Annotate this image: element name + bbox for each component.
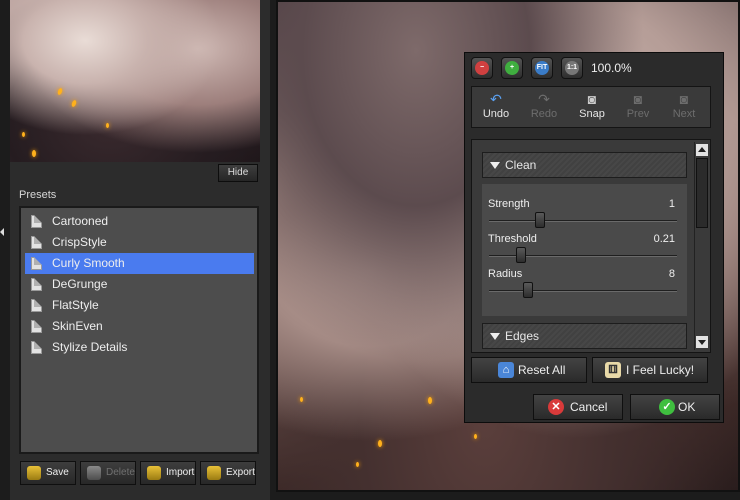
- feel-lucky-button[interactable]: ⚅ I Feel Lucky!: [592, 357, 708, 383]
- reset-all-button[interactable]: ⌂ Reset All: [471, 357, 587, 383]
- dice-icon: ⚅: [605, 362, 621, 378]
- zoom-fit-button[interactable]: FIT: [531, 57, 553, 79]
- zoom-in-icon: +: [505, 61, 519, 75]
- preset-item[interactable]: FlatStyle: [21, 295, 257, 316]
- document-icon: [31, 257, 42, 270]
- redo-button[interactable]: ↷ Redo: [522, 90, 566, 126]
- zoom-out-button[interactable]: −: [471, 57, 493, 79]
- zoom-in-button[interactable]: +: [501, 57, 523, 79]
- preset-item-selected[interactable]: Curly Smooth: [25, 253, 254, 274]
- strength-slider-thumb[interactable]: [534, 212, 545, 228]
- snap-button[interactable]: ◙ Snap: [570, 90, 614, 126]
- reset-all-label: Reset All: [518, 363, 566, 377]
- presets-title: Presets: [19, 189, 57, 201]
- hide-button[interactable]: Hide: [218, 164, 258, 182]
- document-icon: [31, 320, 42, 333]
- radius-slider[interactable]: [489, 282, 677, 298]
- cancel-button[interactable]: ✕ Cancel: [533, 394, 623, 420]
- next-snapshot-icon: ◙: [679, 91, 689, 107]
- save-preset-button[interactable]: Save: [20, 461, 76, 485]
- filter-dialog: − + FIT 1:1 100.0% ↶ Undo ↷ Redo ◙ Snap …: [464, 52, 724, 423]
- strength-slider[interactable]: [489, 212, 677, 228]
- feel-lucky-label: I Feel Lucky!: [626, 363, 695, 377]
- threshold-value: 0.21: [653, 233, 675, 245]
- save-icon: [27, 466, 41, 480]
- threshold-label: Threshold: [488, 233, 537, 245]
- threshold-slider-thumb[interactable]: [515, 247, 526, 263]
- next-button[interactable]: ◙ Next: [662, 90, 706, 126]
- delete-label: Delete: [106, 467, 135, 478]
- prev-button[interactable]: ◙ Prev: [616, 90, 660, 126]
- history-toolbar: ↶ Undo ↷ Redo ◙ Snap ◙ Prev ◙ Next: [471, 86, 711, 128]
- document-icon: [31, 299, 42, 312]
- preset-item[interactable]: DeGrunge: [21, 274, 257, 295]
- import-preset-button[interactable]: Import: [140, 461, 196, 485]
- redo-icon: ↷: [538, 91, 550, 107]
- zoom-out-icon: −: [475, 61, 489, 75]
- scroll-up-arrow-icon[interactable]: [696, 144, 708, 156]
- undo-button[interactable]: ↶ Undo: [474, 90, 518, 126]
- edges-section-header[interactable]: Edges: [482, 323, 687, 349]
- fit-icon: FIT: [535, 61, 549, 75]
- zoom-controls: − + FIT 1:1 100.0%: [471, 57, 717, 81]
- preset-label: FlatStyle: [52, 298, 99, 312]
- preset-label: DeGrunge: [52, 277, 108, 291]
- preset-toolbar: Save Delete Import Export: [20, 461, 258, 485]
- preview-thumbnail: [10, 0, 260, 162]
- strength-value: 1: [668, 198, 675, 210]
- preset-item[interactable]: Cartooned: [21, 211, 257, 232]
- next-label: Next: [672, 108, 696, 120]
- undo-label: Undo: [482, 108, 510, 120]
- clean-sliders: Strength 1 Threshold 0.21 Radius 8: [482, 184, 687, 316]
- preset-item[interactable]: CrispStyle: [21, 232, 257, 253]
- import-label: Import: [166, 467, 195, 478]
- collapse-panel-arrow-icon[interactable]: [0, 228, 4, 236]
- prev-label: Prev: [626, 108, 650, 120]
- preset-label: Curly Smooth: [52, 256, 125, 270]
- document-icon: [31, 236, 42, 249]
- ok-label: OK: [678, 400, 696, 414]
- preset-label: Stylize Details: [52, 340, 128, 354]
- zoom-level: 100.0%: [591, 61, 632, 75]
- document-icon: [31, 215, 42, 228]
- threshold-slider[interactable]: [489, 247, 677, 263]
- settings-panel: Clean Strength 1 Threshold 0.21 Radius 8…: [471, 139, 711, 353]
- cancel-icon: ✕: [548, 399, 564, 415]
- export-label: Export: [226, 467, 255, 478]
- cancel-label: Cancel: [570, 400, 608, 414]
- snap-label: Snap: [579, 108, 605, 120]
- home-icon: ⌂: [498, 362, 514, 378]
- panel-scrollbar[interactable]: [694, 142, 708, 350]
- export-icon: [207, 466, 221, 480]
- delete-preset-button[interactable]: Delete: [80, 461, 136, 485]
- preset-label: Cartooned: [52, 214, 109, 228]
- clean-section-header[interactable]: Clean: [482, 152, 687, 178]
- radius-label: Radius: [488, 268, 523, 280]
- radius-slider-thumb[interactable]: [523, 282, 534, 298]
- preset-label: SkinEven: [52, 319, 103, 333]
- delete-icon: [87, 466, 101, 480]
- undo-icon: ↶: [490, 91, 502, 107]
- document-icon: [31, 278, 42, 291]
- preset-label: CrispStyle: [52, 235, 107, 249]
- camera-icon: ◙: [587, 91, 597, 107]
- actual-size-icon: 1:1: [565, 61, 579, 75]
- redo-label: Redo: [530, 108, 558, 120]
- scroll-down-arrow-icon[interactable]: [696, 336, 708, 348]
- import-icon: [147, 466, 161, 480]
- checkmark-icon: ✓: [659, 399, 675, 415]
- zoom-actual-button[interactable]: 1:1: [561, 57, 583, 79]
- save-label: Save: [46, 467, 69, 478]
- prev-snapshot-icon: ◙: [633, 91, 643, 107]
- scrollbar-thumb[interactable]: [696, 158, 708, 228]
- radius-value: 8: [668, 268, 675, 280]
- document-icon: [31, 341, 42, 354]
- export-preset-button[interactable]: Export: [200, 461, 256, 485]
- ok-button[interactable]: ✓ OK: [630, 394, 720, 420]
- preset-list: Cartooned CrispStyle Curly Smooth DeGrun…: [19, 206, 259, 454]
- preset-item[interactable]: Stylize Details: [21, 337, 257, 358]
- preset-item[interactable]: SkinEven: [21, 316, 257, 337]
- strength-label: Strength: [488, 198, 530, 210]
